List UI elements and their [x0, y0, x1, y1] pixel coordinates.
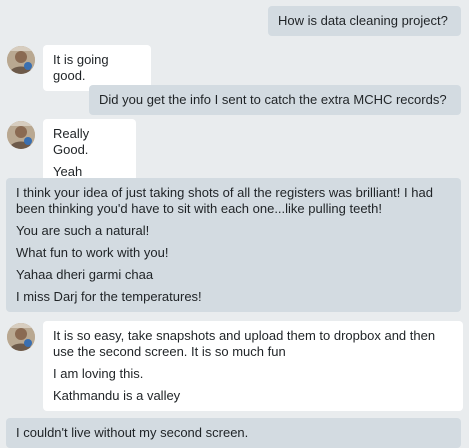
incoming-message[interactable]: Really Good. Yeah	[43, 119, 136, 187]
message-text: Really Good.	[53, 126, 90, 157]
contact-avatar-icon[interactable]	[7, 46, 35, 74]
chat-thread: How is data cleaning project? It is goin…	[0, 0, 469, 448]
message-text: What fun to work with you!	[16, 245, 169, 260]
message-text: I am loving this.	[53, 366, 144, 381]
message-text: It is going good.	[53, 52, 109, 83]
contact-avatar-icon[interactable]	[7, 323, 35, 351]
incoming-message[interactable]: It is so easy, take snapshots and upload…	[43, 321, 463, 411]
contact-avatar-icon[interactable]	[7, 121, 35, 149]
message-text: Kathmandu is a valley	[53, 388, 181, 403]
outgoing-message[interactable]: Did you get the info I sent to catch the…	[89, 85, 461, 115]
message-text: You are such a natural!	[16, 223, 150, 238]
message-text: Did you get the info I sent to catch the…	[99, 92, 447, 107]
message-text: It is so easy, take snapshots and upload…	[53, 328, 436, 359]
message-text: How is data cleaning project?	[278, 13, 448, 28]
outgoing-message[interactable]: How is data cleaning project?	[268, 6, 461, 36]
outgoing-message[interactable]: I think your idea of just taking shots o…	[6, 178, 461, 312]
message-text: I think your idea of just taking shots o…	[16, 185, 433, 216]
message-text: I miss Darj for the temperatures!	[16, 289, 202, 304]
message-text: I couldn't live without my second screen…	[16, 425, 249, 440]
message-text: Yahaa dheri garmi chaa	[16, 267, 154, 282]
outgoing-message[interactable]: I couldn't live without my second screen…	[6, 418, 461, 448]
